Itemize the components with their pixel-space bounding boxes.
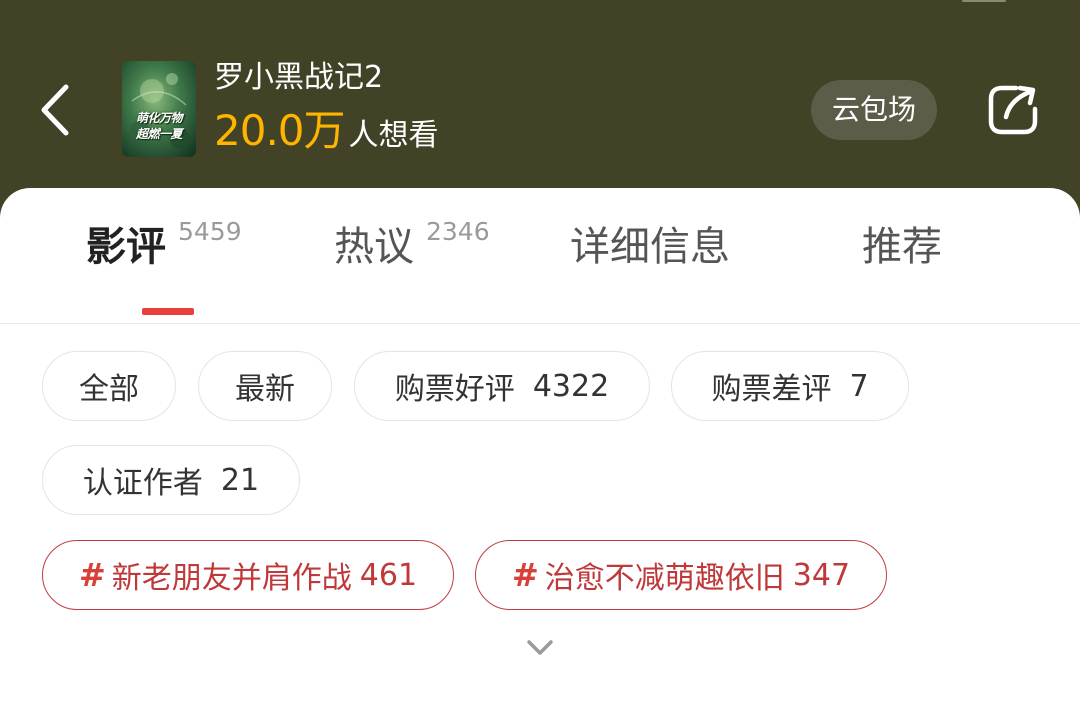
chip-count: 21 [220, 462, 260, 498]
topic-chip-1[interactable]: # 新老朋友并肩作战 461 [42, 540, 454, 610]
chip-label: 最新 [235, 372, 295, 407]
tab-recommend[interactable]: 推荐 [862, 222, 942, 272]
topic-chip-2[interactable]: # 治愈不减萌趣依旧 347 [475, 540, 887, 610]
tab-label: 推荐 [862, 224, 942, 270]
tab-count: 2346 [426, 217, 490, 246]
topic-label: 治愈不减萌趣依旧 [544, 561, 785, 596]
tab-discussion[interactable]: 热议 2346 [334, 217, 490, 272]
filter-chip-verified-authors[interactable]: 认证作者 21 [42, 445, 300, 515]
chevron-left-icon [41, 84, 69, 136]
movie-header: 萌化万物 超燃一夏 罗小黑战记2 20.0万 人想看 云包场 [0, 0, 1080, 200]
reviews-panel: 影评 5459 热议 2346 详细信息 推荐 全部 最新 购票好评 4322 购票差… [0, 188, 1080, 708]
filter-chip-positive[interactable]: 购票好评 4322 [354, 351, 650, 421]
poster-tagline-2: 超燃一夏 [135, 127, 183, 141]
hashtag-icon: # [78, 556, 106, 594]
topic-count: 347 [792, 557, 851, 593]
tab-count: 5459 [178, 217, 242, 246]
tab-label: 热议 [334, 224, 414, 270]
chip-label: 购票差评 [711, 372, 832, 407]
topic-count: 461 [359, 557, 418, 593]
filter-chip-negative[interactable]: 购票差评 7 [671, 351, 909, 421]
active-tab-indicator [142, 308, 194, 315]
chip-count: 7 [849, 368, 869, 404]
movie-poster[interactable]: 萌化万物 超燃一夏 [122, 61, 196, 157]
tab-details[interactable]: 详细信息 [570, 222, 730, 272]
filter-chip-latest[interactable]: 最新 [198, 351, 332, 421]
back-button[interactable] [30, 78, 80, 142]
share-icon [988, 85, 1038, 135]
hashtag-icon: # [511, 556, 539, 594]
cloud-screening-button[interactable]: 云包场 [811, 80, 937, 140]
status-bar-indicator [962, 0, 1006, 2]
chip-label: 全部 [79, 372, 139, 407]
tab-label: 详细信息 [570, 224, 730, 270]
movie-title: 罗小黑战记2 [214, 60, 384, 95]
chip-label: 购票好评 [394, 372, 515, 407]
wish-count: 20.0万 [214, 106, 346, 155]
share-button[interactable] [986, 83, 1040, 137]
expand-topics-button[interactable] [524, 634, 556, 662]
chip-label: 认证作者 [82, 466, 203, 501]
wish-suffix: 人想看 [348, 118, 439, 153]
tab-reviews[interactable]: 影评 5459 [86, 217, 242, 272]
topic-label: 新老朋友并肩作战 [111, 561, 352, 596]
tab-bar: 影评 5459 热议 2346 详细信息 推荐 [0, 188, 1080, 324]
wish-to-watch: 20.0万 人想看 [214, 108, 439, 163]
poster-tagline-1: 萌化万物 [135, 111, 183, 125]
chip-count: 4322 [532, 368, 610, 404]
filter-chip-all[interactable]: 全部 [42, 351, 176, 421]
chevron-down-icon [527, 640, 553, 655]
tab-label: 影评 [86, 224, 166, 270]
